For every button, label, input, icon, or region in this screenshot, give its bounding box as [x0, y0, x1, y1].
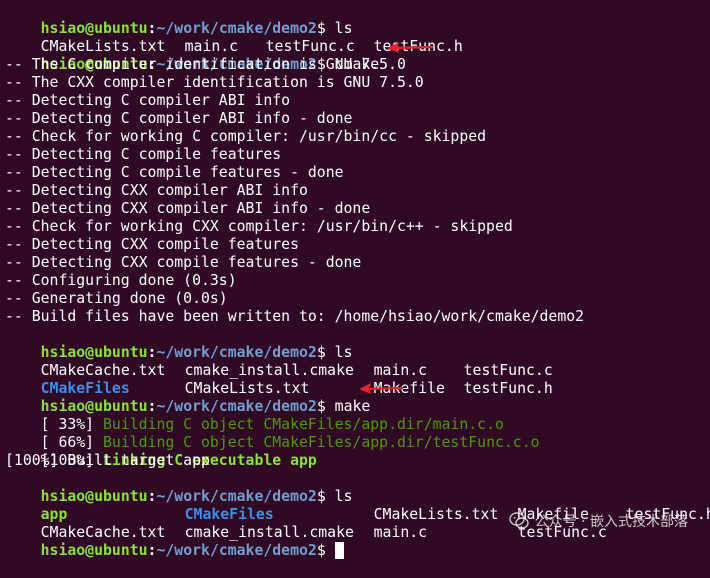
- cmake-output-line: -- Detecting C compile features - done: [5, 164, 344, 181]
- cmake-output-line: -- The CXX compiler identification is GN…: [5, 74, 424, 91]
- cmake-output-line: -- The C compiler identification is GNU …: [5, 56, 406, 73]
- ls-output-line: CMakeLists.txt main.c testFunc.c testFunc.h: [5, 20, 710, 55]
- prompt-path: ~/work/cmake/demo2: [156, 542, 317, 559]
- terminal-window[interactable]: hsiao@ubuntu:~/work/cmake/demo2$ ls CMak…: [5, 2, 710, 559]
- terminal-line: hsiao@ubuntu:~/work/cmake/demo2$ make: [5, 380, 710, 415]
- cmake-output-line: -- Configuring done (0.3s): [5, 272, 237, 289]
- wechat-icon: [508, 512, 529, 529]
- cmake-output-line: -- Check for working CXX compiler: /usr/…: [5, 218, 513, 235]
- terminal-line: hsiao@ubuntu:~/work/cmake/demo2$ ls: [5, 470, 710, 505]
- make-output-line: [ 66%] Building C object CMakeFiles/app.…: [5, 416, 710, 451]
- make-output-line: [ 33%] Building C object CMakeFiles/app.…: [5, 398, 710, 433]
- terminal-line: hsiao@ubuntu:~/work/cmake/demo2$ ls: [5, 326, 710, 361]
- cmake-output-line: -- Build files have been written to: /ho…: [5, 308, 585, 325]
- prompt-dollar: $: [316, 542, 335, 559]
- red-arrow-icon: [359, 383, 404, 394]
- watermark-text: 公众号 · 嵌入式技术部落: [534, 514, 688, 530]
- terminal-line: hsiao@ubuntu:~/work/cmake/demo2$ ls: [5, 2, 710, 37]
- red-arrow-icon: [387, 42, 434, 53]
- cmake-output-line: -- Detecting CXX compile features: [5, 236, 299, 253]
- cmake-output-line: -- Detecting C compile features: [5, 146, 282, 163]
- ls-output-line: app CMakeFiles CMakeLists.txt Makefile testF…: [5, 488, 710, 523]
- ls-output-line: CMakeCache.txt cmake_install.cmake main.c t…: [5, 344, 710, 379]
- cmake-output-line: -- Generating done (0.0s): [5, 290, 228, 307]
- make-output-line: [100%] Built target app: [5, 452, 210, 469]
- ls-output-line: CMakeFiles CMakeLists.txt Makefile testFunc…: [5, 362, 710, 397]
- watermark: 公众号 · 嵌入式技术部落: [508, 511, 688, 531]
- cmake-output-line: -- Detecting CXX compiler ABI info: [5, 182, 308, 199]
- terminal-line: hsiao@ubuntu:~/work/cmake/demo2$ cmake .: [5, 38, 710, 73]
- prompt-user-host: hsiao@ubuntu: [40, 542, 148, 559]
- cmake-output-line: -- Detecting CXX compile features - done: [5, 254, 362, 271]
- cmake-output-line: -- Detecting C compiler ABI info: [5, 92, 291, 109]
- cmake-output-line: -- Check for working C compiler: /usr/bi…: [5, 128, 487, 145]
- make-output-line: [100%] Linking C executable app: [5, 434, 710, 469]
- cmake-output-line: -- Detecting C compiler ABI info - done: [5, 110, 353, 127]
- text-cursor[interactable]: [334, 542, 344, 559]
- cmake-output-line: -- Detecting CXX compiler ABI info - don…: [5, 200, 371, 217]
